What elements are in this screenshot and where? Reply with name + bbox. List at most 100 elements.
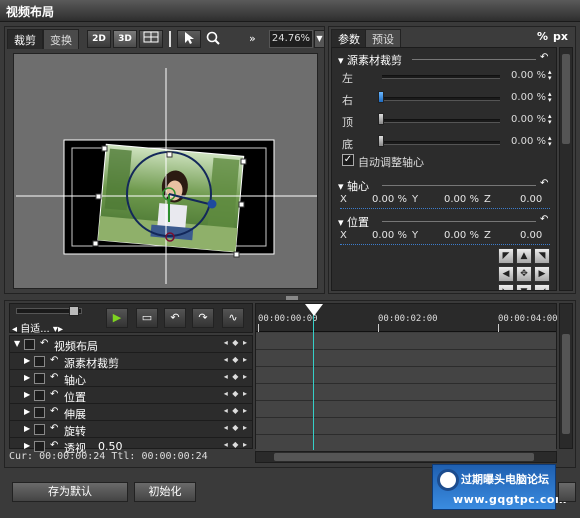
crop-top-value[interactable]: 0.00 % [506, 114, 546, 125]
track-lane[interactable] [256, 367, 556, 384]
crop-bottom-slider[interactable] [382, 141, 500, 145]
zoom-dropdown-button[interactable]: ▼ [314, 30, 325, 48]
reset-icon[interactable]: ↶ [50, 406, 58, 417]
grid-mode-icon[interactable] [139, 30, 163, 48]
track-row[interactable]: ▶ ↶ 位置 ◂ ◆ ▸ [10, 387, 252, 404]
keyframe-nav[interactable]: ◂ ◆ ▸ [224, 440, 248, 449]
timeline-ruler[interactable]: 00:00:00:00 00:00:02:00 00:00:04:00 [256, 304, 558, 332]
auto-axis-checkbox[interactable]: ✓ [342, 154, 354, 166]
preview-canvas[interactable] [13, 53, 318, 289]
expand-icon[interactable]: ▶ [24, 407, 30, 416]
reset-icon[interactable]: ↶ [50, 389, 58, 400]
position-reset-icon[interactable]: ↶ [540, 215, 552, 225]
crop-top-spinner[interactable]: ▴ ▾ [548, 113, 554, 126]
expand-icon[interactable]: ▶ [24, 441, 30, 450]
track-checkbox[interactable] [34, 407, 45, 418]
position-x-value[interactable]: 0.00 % [372, 230, 407, 241]
nudge-down-right-button[interactable]: ◢ [534, 284, 550, 290]
zoom-step-icon[interactable]: » [249, 32, 265, 46]
crop-section-header[interactable]: ▾ 源素材裁剪 [338, 52, 402, 68]
nudge-down-button[interactable]: ▼ [516, 284, 532, 290]
keyframe-nav[interactable]: ◂ ◆ ▸ [224, 338, 248, 347]
crop-reset-icon[interactable]: ↶ [540, 53, 552, 63]
track-checkbox[interactable] [34, 356, 45, 367]
track-row[interactable]: ▶ ↶ 伸展 ◂ ◆ ▸ [10, 404, 252, 421]
mode-3d-button[interactable]: 3D [113, 30, 137, 48]
play-button[interactable]: ▶ [106, 308, 128, 328]
axis-x-value[interactable]: 0.00 % [372, 194, 407, 205]
track-lane[interactable] [256, 350, 556, 367]
timeline-zoom-knob[interactable] [69, 306, 79, 316]
initialize-button[interactable]: 初始化 [134, 482, 196, 502]
preview-stage[interactable] [14, 54, 319, 290]
nudge-up-right-button[interactable]: ◥ [534, 248, 550, 264]
nudge-left-button[interactable]: ◀ [498, 266, 514, 282]
crop-left-spinner[interactable]: ▴ ▾ [548, 69, 554, 82]
properties-scrollbar[interactable] [559, 47, 573, 291]
zoom-input[interactable]: 24.76% [269, 30, 313, 48]
reset-icon[interactable]: ↶ [40, 338, 48, 349]
timeline-tracks-area[interactable]: 00:00:00:00 00:00:02:00 00:00:04:00 [255, 303, 558, 452]
track-row[interactable]: ▶ ↶ 源素材裁剪 ◂ ◆ ▸ [10, 353, 252, 370]
mode-2d-button[interactable]: 2D [87, 30, 111, 48]
nudge-up-left-button[interactable]: ◤ [498, 248, 514, 264]
keyframe-nav[interactable]: ◂ ◆ ▸ [224, 372, 248, 381]
crop-left-slider[interactable] [382, 75, 500, 79]
properties-scroll-thumb[interactable] [562, 54, 570, 144]
axis-y-value[interactable]: 0.00 % [444, 194, 479, 205]
tab-presets[interactable]: 预设 [365, 29, 401, 47]
reset-icon[interactable]: ↶ [50, 372, 58, 383]
timeline-hscroll-thumb[interactable] [274, 453, 534, 461]
keyframe-nav[interactable]: ◂ ◆ ▸ [224, 406, 248, 415]
track-row[interactable]: ▶ ↶ 轴心 ◂ ◆ ▸ [10, 370, 252, 387]
track-lane[interactable] [256, 333, 556, 350]
tab-transform[interactable]: 变换 [43, 29, 79, 49]
crop-top-slider[interactable] [382, 119, 500, 123]
track-lane[interactable] [256, 418, 556, 435]
reset-icon[interactable]: ↶ [50, 355, 58, 366]
timeline-zoom-slider[interactable] [16, 306, 82, 316]
save-as-default-button[interactable]: 存为默认 [12, 482, 128, 502]
unit-percent-toggle[interactable]: % [537, 30, 548, 43]
unit-px-toggle[interactable]: px [553, 30, 568, 43]
track-checkbox[interactable] [34, 390, 45, 401]
axis-z-value[interactable]: 0.00 [520, 194, 542, 205]
nudge-down-left-button[interactable]: ◣ [498, 284, 514, 290]
crop-right-knob[interactable] [378, 91, 384, 103]
expand-icon[interactable]: ▶ [24, 356, 30, 365]
crop-left-value[interactable]: 0.00 % [506, 70, 546, 81]
timeline-horizontal-scrollbar[interactable] [255, 451, 557, 463]
position-section-header[interactable]: ▾ 位置 [338, 214, 369, 230]
pointer-tool-icon[interactable] [177, 30, 201, 48]
redo-icon[interactable]: ↷ [192, 308, 214, 328]
crop-right-spinner[interactable]: ▴ ▾ [548, 91, 554, 104]
track-checkbox[interactable] [24, 339, 35, 350]
track-lane[interactable] [256, 384, 556, 401]
expand-icon[interactable]: ▶ [24, 424, 30, 433]
graph-view-icon[interactable]: ∿ [222, 308, 244, 328]
reset-icon[interactable]: ↶ [50, 423, 58, 434]
track-lane[interactable] [256, 401, 556, 418]
track-checkbox[interactable] [34, 373, 45, 384]
ok-button-partial[interactable] [558, 482, 576, 502]
crop-right-slider[interactable] [382, 97, 500, 101]
position-z-value[interactable]: 0.00 [520, 230, 542, 241]
zoom-tool-icon[interactable] [205, 30, 225, 48]
keyframe-nav[interactable]: ◂ ◆ ▸ [224, 423, 248, 432]
playhead-line[interactable] [313, 304, 314, 450]
tab-crop[interactable]: 裁剪 [7, 29, 43, 49]
nudge-up-button[interactable]: ▲ [516, 248, 532, 264]
axis-section-header[interactable]: ▾ 轴心 [338, 178, 369, 194]
crop-top-knob[interactable] [378, 113, 384, 125]
track-row[interactable]: ▼ ↶ 视频布局 ◂ ◆ ▸ [10, 336, 252, 353]
playhead-handle[interactable] [305, 304, 323, 316]
keyframe-nav[interactable]: ◂ ◆ ▸ [224, 389, 248, 398]
reset-icon[interactable]: ↶ [50, 440, 58, 451]
crop-bottom-knob[interactable] [378, 135, 384, 147]
add-keyframe-icon[interactable]: ▭ [136, 308, 158, 328]
nudge-right-button[interactable]: ▶ [534, 266, 550, 282]
crop-right-value[interactable]: 0.00 % [506, 92, 546, 103]
undo-icon[interactable]: ↶ [164, 308, 186, 328]
crop-bottom-spinner[interactable]: ▴ ▾ [548, 135, 554, 148]
axis-reset-icon[interactable]: ↶ [540, 179, 552, 189]
